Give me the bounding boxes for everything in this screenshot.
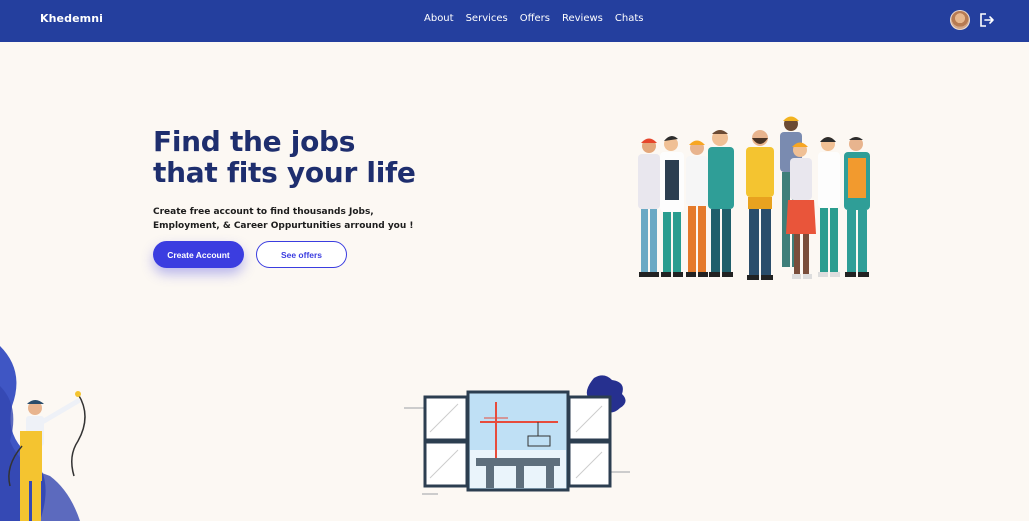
- nav-link-about[interactable]: About: [424, 13, 454, 24]
- navbar: Khedemni About Services Offers Reviews C…: [0, 0, 1029, 42]
- worker-figure: [686, 140, 708, 277]
- create-account-button[interactable]: Create Account: [153, 241, 244, 268]
- worker-figure: [638, 138, 660, 277]
- worker-figure: [844, 137, 870, 277]
- user-avatar[interactable]: [950, 10, 970, 30]
- construction-window-illustration: [404, 375, 630, 495]
- hero-subtitle-line1: Create free account to find thousands Jo…: [153, 207, 374, 217]
- hero-title-line2: that fits your life: [153, 156, 416, 189]
- nav-link-offers[interactable]: Offers: [520, 13, 550, 24]
- worker-figure: [786, 142, 816, 279]
- hero-title-line1: Find the jobs: [153, 125, 356, 158]
- nav-links: About Services Offers Reviews Chats: [424, 13, 643, 24]
- nav-link-chats[interactable]: Chats: [615, 13, 644, 24]
- brand-logo[interactable]: Khedemni: [40, 12, 103, 25]
- worker-figure: [746, 130, 774, 280]
- worker-figure: [660, 135, 684, 277]
- worker-figure: [818, 137, 840, 277]
- hero-subtitle-line2: Employment, & Career Oppurtunities arrou…: [153, 221, 414, 231]
- hero-subtitle: Create free account to find thousands Jo…: [153, 205, 453, 233]
- logout-icon[interactable]: [978, 11, 996, 29]
- hero-title: Find the jobs that fits your life: [153, 126, 473, 188]
- see-offers-button[interactable]: See offers: [256, 241, 347, 268]
- nav-link-services[interactable]: Services: [466, 13, 508, 24]
- electrician-worker-illustration: [0, 346, 86, 521]
- nav-link-reviews[interactable]: Reviews: [562, 13, 603, 24]
- worker-figure: [708, 130, 734, 277]
- workers-group-illustration: [638, 116, 870, 280]
